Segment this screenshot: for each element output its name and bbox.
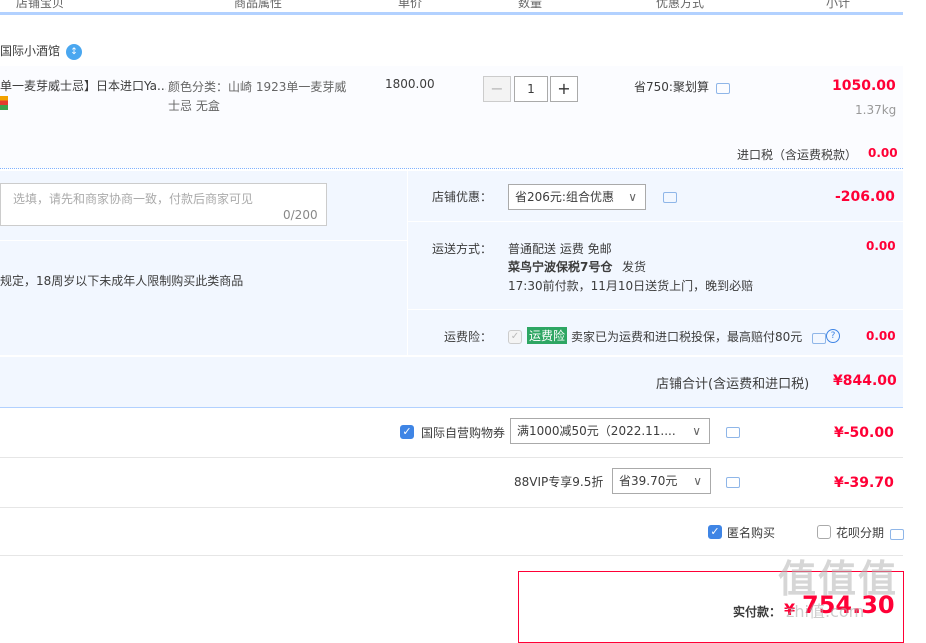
header-col-attr: 商品属性 xyxy=(234,0,283,10)
shop-total-label: 店铺合计(含运费和进口税) xyxy=(656,377,810,392)
message-placeholder: 选填，请先和商家协商一致，付款后商家可见 xyxy=(13,192,254,206)
buyer-message-input[interactable]: 选填，请先和商家协商一致，付款后商家可见 0/200 xyxy=(0,183,327,226)
panel-divider-2 xyxy=(408,221,903,222)
header-col-item: 店铺宝贝 xyxy=(16,0,65,10)
divider xyxy=(0,507,903,508)
qty-decrease-button[interactable]: − xyxy=(483,76,511,102)
message-counter: 0/200 xyxy=(283,208,318,222)
item-promo-text: 省750:聚划算 xyxy=(634,80,709,94)
shop-discount-selected: 省206元:组合优惠 xyxy=(515,190,614,204)
help-icon[interactable]: ? xyxy=(826,329,840,343)
shipping-label: 运送方式： xyxy=(432,242,493,256)
header-col-subtotal: 小计 xyxy=(826,0,851,10)
shop-name[interactable]: 国际小酒馆 xyxy=(0,44,60,58)
divider xyxy=(0,555,903,556)
delivery-promise: 17:30前付款，11月10日送货上门，晚到必赔 xyxy=(508,279,754,293)
chat-icon[interactable] xyxy=(726,427,740,438)
shipping-method: 普通配送 运费 免邮 xyxy=(508,242,612,256)
coupon-selected: 满1000减50元（2022.11.... xyxy=(517,424,676,438)
divider xyxy=(0,457,903,458)
shop-name-row: 国际小酒馆 ↕ xyxy=(0,42,83,60)
panel-divider-3 xyxy=(408,309,903,310)
tmall-global-icon xyxy=(0,96,8,110)
installment-label: 花呗分期 xyxy=(836,526,885,540)
qty-input[interactable]: 1 xyxy=(514,76,548,102)
shop-total-value: ¥844.00 xyxy=(833,373,897,389)
chat-icon[interactable] xyxy=(812,333,826,344)
coupon-checkbox[interactable]: ✓ xyxy=(400,425,414,439)
chat-icon[interactable] xyxy=(663,192,677,203)
chevron-down-icon: ∨ xyxy=(693,474,702,488)
shipping-warehouse: 菜鸟宁波保税7号仓 xyxy=(508,260,613,274)
anonymous-checkbox[interactable]: ✓ xyxy=(708,525,722,539)
vip-selected: 省39.70元 xyxy=(619,474,678,488)
item-unit-price: 1800.00 xyxy=(385,77,435,91)
coupon-value: ¥-50.00 xyxy=(834,425,894,441)
insurance-label: 运费险： xyxy=(444,330,493,344)
import-tax-value: 0.00 xyxy=(868,146,898,160)
shop-discount-value: -206.00 xyxy=(835,189,895,205)
vip-select[interactable]: 省39.70元 ∨ xyxy=(612,468,711,494)
item-weight: 1.37kg xyxy=(855,103,897,117)
anonymous-label: 匿名购买 xyxy=(727,526,776,540)
panel-divider-4 xyxy=(0,240,407,241)
shop-discount-select[interactable]: 省206元:组合优惠 ∨ xyxy=(508,184,646,210)
vip-value: ¥-39.70 xyxy=(834,475,894,491)
insurance-tag: 运费险 xyxy=(527,327,568,344)
header-col-price: 单价 xyxy=(398,0,423,10)
vip-label: 88VIP专享9.5折 xyxy=(514,475,604,489)
item-subtotal: 1050.00 xyxy=(832,78,896,94)
item-title[interactable]: 单一麦芽威士忌】日本进口Ya... xyxy=(0,77,166,94)
shipping-value: 0.00 xyxy=(866,239,896,253)
chat-icon[interactable] xyxy=(716,83,730,94)
payment-label: 实付款： xyxy=(733,605,782,619)
item-attr-line2: 士忌 无盒 xyxy=(168,99,220,113)
watermark-site: zhi值.com xyxy=(786,602,865,621)
shipping-note: 发货 xyxy=(622,260,647,274)
cart-table-header: 店铺宝贝 商品属性 单价 数量 优惠方式 小计 xyxy=(0,0,903,15)
panel-divider xyxy=(407,171,408,355)
watermark-logo: 值值值 xyxy=(778,557,899,601)
insurance-text: 卖家已为运费和进口税投保，最高赔付80元 xyxy=(571,330,803,344)
chevron-down-icon: ∨ xyxy=(628,190,637,204)
header-col-promo: 优惠方式 xyxy=(656,0,705,10)
header-col-qty: 数量 xyxy=(518,0,543,10)
age-restriction-notice: 规定，18周岁以下未成年人限制购买此类商品 xyxy=(0,274,244,288)
chat-icon[interactable] xyxy=(726,477,740,488)
item-attr-line1: 颜色分类：山崎 1923单一麦芽威 xyxy=(168,80,347,94)
import-tax-label: 进口税（含运费税款） xyxy=(737,148,858,162)
shop-badge-icon: ↕ xyxy=(66,43,83,60)
shop-discount-label: 店铺优惠： xyxy=(432,190,493,204)
chat-icon[interactable] xyxy=(890,529,904,540)
installment-checkbox[interactable] xyxy=(817,525,831,539)
coupon-label: 国际自营购物券 xyxy=(421,426,506,440)
insurance-value: 0.00 xyxy=(866,329,896,343)
qty-increase-button[interactable]: + xyxy=(550,76,578,102)
coupon-select[interactable]: 满1000减50元（2022.11.... ∨ xyxy=(510,418,710,444)
insurance-checkbox: ✓ xyxy=(508,330,522,344)
chevron-down-icon: ∨ xyxy=(692,424,701,438)
